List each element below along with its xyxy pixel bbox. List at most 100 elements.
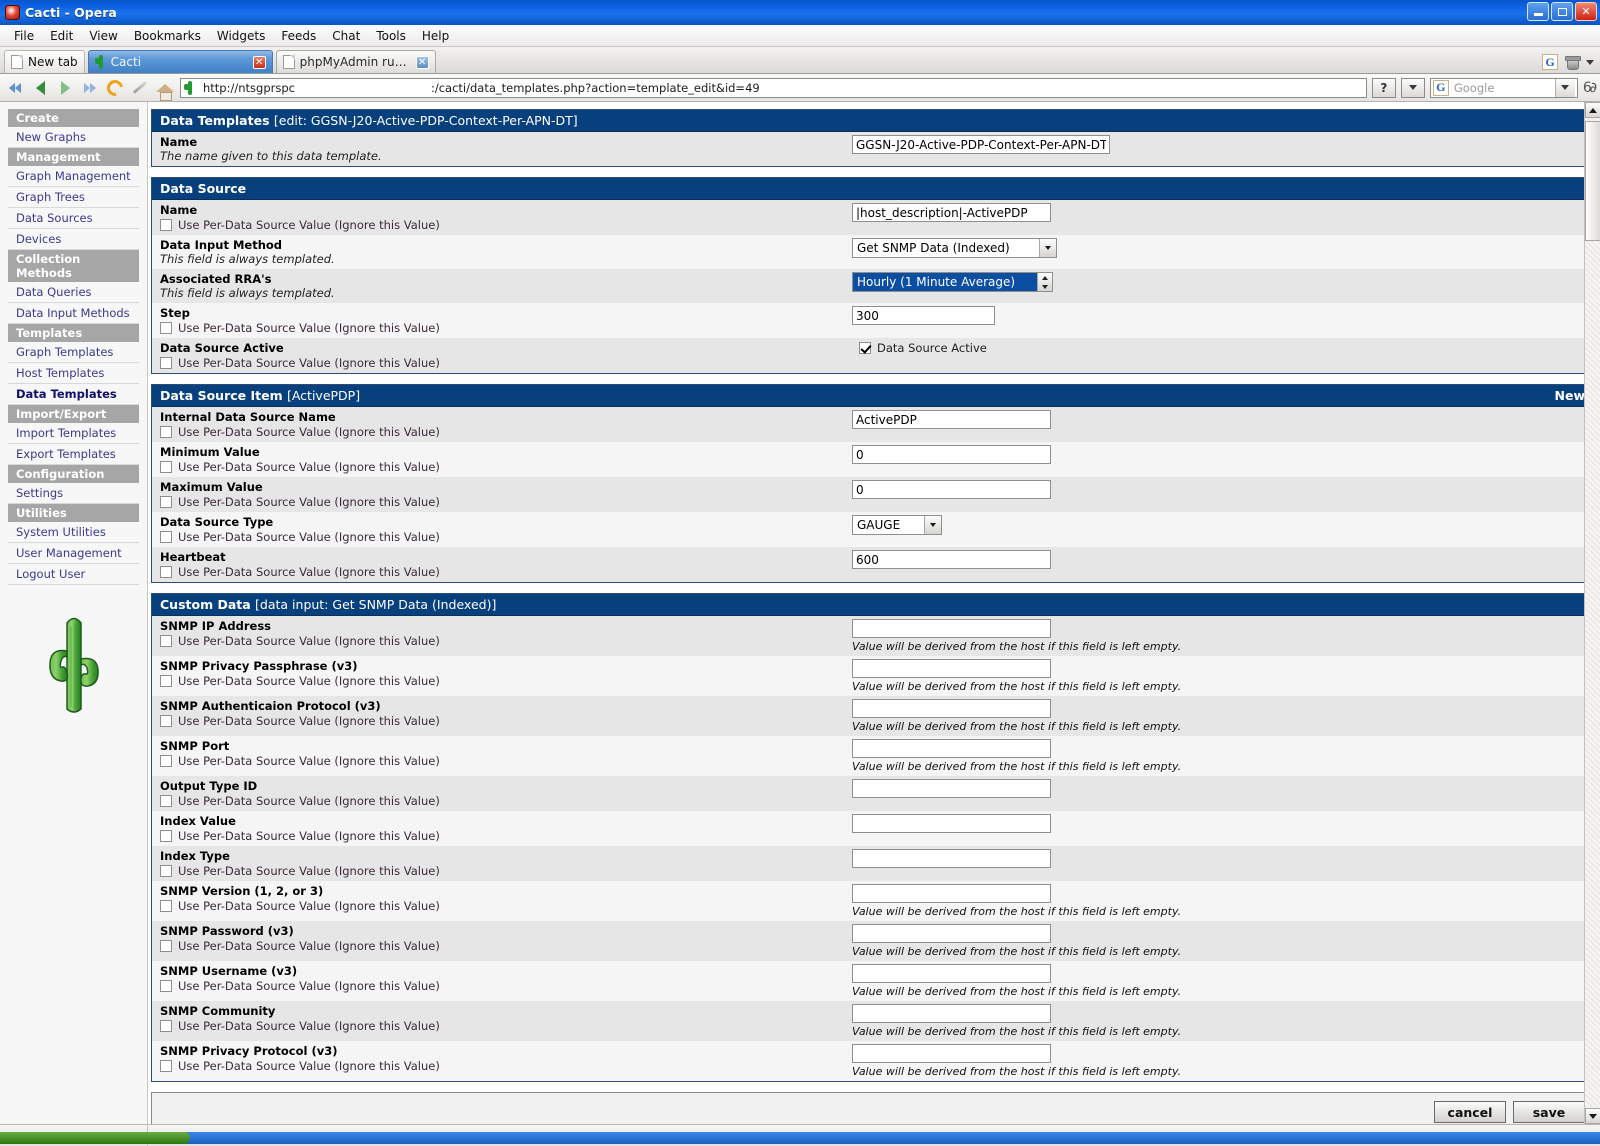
forward-icon[interactable] <box>55 78 75 98</box>
snmp-port-checkbox[interactable] <box>160 755 172 767</box>
sidebar-item-settings[interactable]: Settings <box>8 483 139 504</box>
data-source-active-checkbox[interactable] <box>859 342 871 354</box>
index-type-checkbox[interactable] <box>160 865 172 877</box>
google-icon[interactable]: G <box>1542 54 1558 70</box>
output-type-id-input[interactable] <box>852 779 1051 798</box>
index-value-input[interactable] <box>852 814 1051 833</box>
help-button[interactable]: ? <box>1372 78 1396 98</box>
sidebar-item-data-sources[interactable]: Data Sources <box>8 208 139 229</box>
tab-cacti-close-icon[interactable]: ✕ <box>253 56 266 69</box>
sidebar-item-export-templates[interactable]: Export Templates <box>8 444 139 465</box>
snmp-version-1-2-or-3-input[interactable] <box>852 884 1051 903</box>
sidebar-item-new-graphs[interactable]: New Graphs <box>8 127 139 148</box>
scroll-up-button[interactable] <box>1585 102 1600 118</box>
associated-rras-selected-option[interactable]: Hourly (1 Minute Average) <box>853 273 1037 291</box>
internal-data-source-name-input[interactable] <box>852 410 1051 429</box>
snmp-community-checkbox[interactable] <box>160 1020 172 1032</box>
heartbeat-checkbox[interactable] <box>160 566 172 578</box>
data-source-type-select[interactable]: GAUGE <box>852 515 942 535</box>
snmp-ip-address-input[interactable] <box>852 619 1051 638</box>
rewind-icon[interactable] <box>5 78 25 98</box>
data-source-item-new-link[interactable]: New <box>1555 388 1586 403</box>
menu-item-help[interactable]: Help <box>414 27 457 45</box>
save-button[interactable]: save <box>1513 1101 1585 1123</box>
snmp-privacy-protocol-v3-checkbox[interactable] <box>160 1060 172 1072</box>
sidebar-item-graph-templates[interactable]: Graph Templates <box>8 342 139 363</box>
data-source-name-checkbox[interactable] <box>160 219 172 231</box>
menu-item-chat[interactable]: Chat <box>324 27 368 45</box>
snmp-privacy-passphrase-v3-checkbox[interactable] <box>160 675 172 687</box>
new-tab-button[interactable]: New tab <box>4 50 85 73</box>
snmp-username-v3-input[interactable] <box>852 964 1051 983</box>
snmp-privacy-protocol-v3-input[interactable] <box>852 1044 1051 1063</box>
menu-item-edit[interactable]: Edit <box>42 27 81 45</box>
scroll-down-icon[interactable] <box>1038 282 1052 291</box>
minimum-value-checkbox[interactable] <box>160 461 172 473</box>
heartbeat-input[interactable] <box>852 550 1051 569</box>
minimize-button[interactable] <box>1527 2 1549 21</box>
menu-item-bookmarks[interactable]: Bookmarks <box>126 27 209 45</box>
data-source-active-per-ds-checkbox[interactable] <box>160 357 172 369</box>
search-dropdown-icon[interactable] <box>1555 79 1575 97</box>
snmp-password-v3-checkbox[interactable] <box>160 940 172 952</box>
sidebar-item-graph-trees[interactable]: Graph Trees <box>8 187 139 208</box>
snmp-version-1-2-or-3-checkbox[interactable] <box>160 900 172 912</box>
menu-item-view[interactable]: View <box>81 27 125 45</box>
fast-forward-icon[interactable] <box>80 78 100 98</box>
minimum-value-input[interactable] <box>852 445 1051 464</box>
tab-phpmyadmin[interactable]: phpMyAdmin running on l... ✕ <box>276 50 436 73</box>
chevron-down-icon[interactable] <box>1586 60 1594 65</box>
sidebar-item-graph-management[interactable]: Graph Management <box>8 166 139 187</box>
search-input[interactable]: Google <box>1454 81 1495 95</box>
menu-item-widgets[interactable]: Widgets <box>209 27 274 45</box>
page-vertical-scrollbar[interactable] <box>1584 102 1600 1124</box>
sidebar-item-import-templates[interactable]: Import Templates <box>8 423 139 444</box>
snmp-community-input[interactable] <box>852 1004 1051 1023</box>
chevron-down-icon[interactable] <box>924 516 941 534</box>
data-input-method-select[interactable]: Get SNMP Data (Indexed) <box>852 238 1057 258</box>
data-templates-name-input[interactable] <box>852 135 1110 154</box>
snmp-privacy-passphrase-v3-input[interactable] <box>852 659 1051 678</box>
menu-item-feeds[interactable]: Feeds <box>273 27 324 45</box>
snmp-authenticaion-protocol-v3-checkbox[interactable] <box>160 715 172 727</box>
restore-button[interactable] <box>1551 2 1573 21</box>
data-source-type-checkbox[interactable] <box>160 531 172 543</box>
sidebar-item-host-templates[interactable]: Host Templates <box>8 363 139 384</box>
sidebar-item-data-templates[interactable]: Data Templates <box>8 384 139 405</box>
sidebar-item-data-input-methods[interactable]: Data Input Methods <box>8 303 139 324</box>
sidebar-item-devices[interactable]: Devices <box>8 229 139 250</box>
output-type-id-checkbox[interactable] <box>160 795 172 807</box>
step-checkbox[interactable] <box>160 322 172 334</box>
sidebar-item-logout-user[interactable]: Logout User <box>8 564 139 585</box>
index-type-input[interactable] <box>852 849 1051 868</box>
snmp-port-input[interactable] <box>852 739 1051 758</box>
tab-phpmyadmin-close-icon[interactable]: ✕ <box>416 56 429 69</box>
start-button[interactable] <box>0 1132 190 1144</box>
maximum-value-input[interactable] <box>852 480 1051 499</box>
sidebar-item-data-queries[interactable]: Data Queries <box>8 282 139 303</box>
scroll-up-icon[interactable] <box>1038 273 1052 282</box>
index-value-checkbox[interactable] <box>160 830 172 842</box>
scrollbar-track[interactable] <box>1585 119 1600 1107</box>
address-bar[interactable]: http://ntsgprspc :/cacti/data_templates.… <box>180 78 1367 98</box>
snmp-username-v3-checkbox[interactable] <box>160 980 172 992</box>
scrollbar-thumb[interactable] <box>1585 121 1600 241</box>
trash-icon[interactable] <box>1565 55 1579 69</box>
edit-pencil-icon[interactable] <box>130 78 150 98</box>
internal-data-source-name-checkbox[interactable] <box>160 426 172 438</box>
chevron-down-icon[interactable] <box>1039 239 1056 257</box>
search-bar[interactable]: G Google <box>1430 78 1578 98</box>
back-icon[interactable] <box>30 78 50 98</box>
reload-icon[interactable] <box>105 78 125 98</box>
sidebar-item-user-management[interactable]: User Management <box>8 543 139 564</box>
snmp-authenticaion-protocol-v3-input[interactable] <box>852 699 1051 718</box>
snmp-ip-address-checkbox[interactable] <box>160 635 172 647</box>
snmp-password-v3-input[interactable] <box>852 924 1051 943</box>
cancel-button[interactable]: cancel <box>1434 1101 1506 1123</box>
step-input[interactable] <box>852 306 995 325</box>
menu-item-tools[interactable]: Tools <box>368 27 414 45</box>
scroll-down-button[interactable] <box>1585 1108 1600 1124</box>
associated-rras-scroll-arrows[interactable] <box>1037 273 1052 291</box>
close-button[interactable]: ✕ <box>1575 2 1597 21</box>
data-source-name-input[interactable] <box>852 203 1051 222</box>
